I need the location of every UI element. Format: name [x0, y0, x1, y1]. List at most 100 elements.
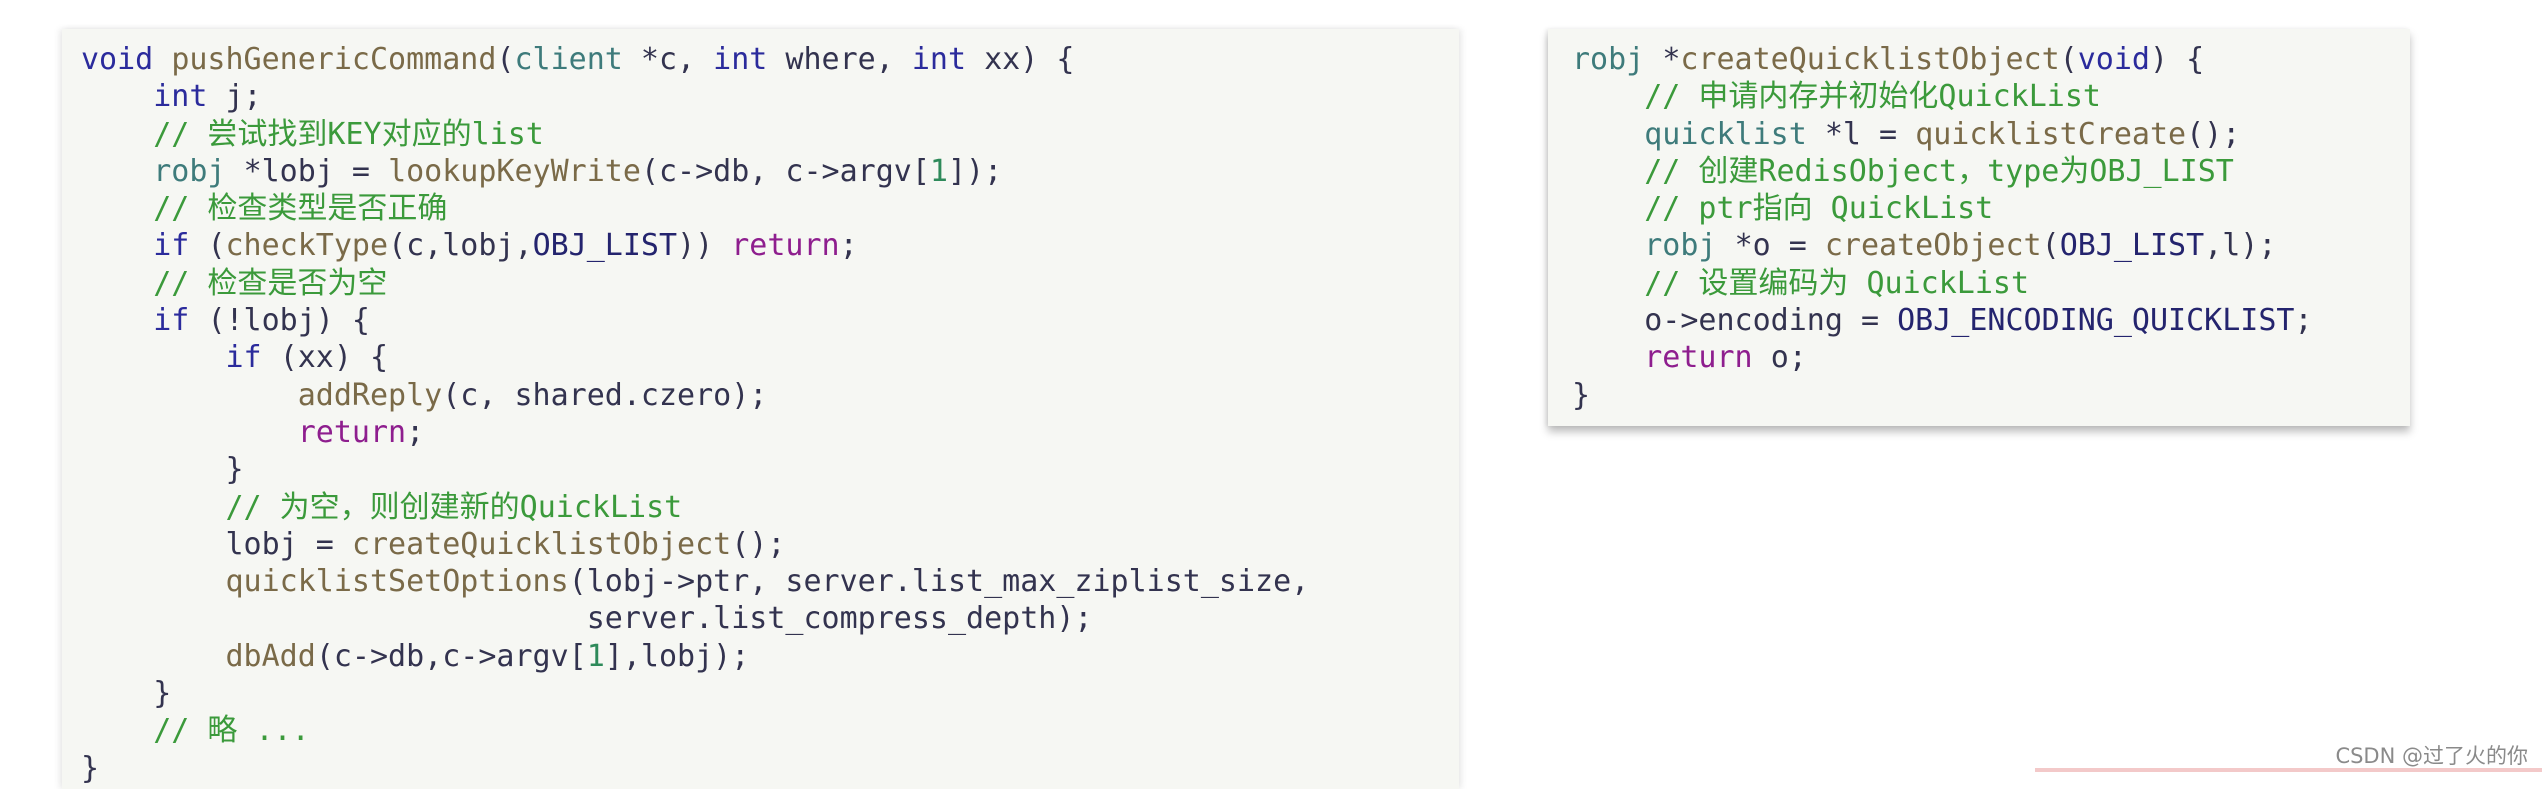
code-token: ]);: [947, 153, 1003, 189]
code-token: return: [297, 414, 407, 450]
watermark: CSDN @过了火的你: [2335, 744, 2528, 768]
code-token: ();: [731, 526, 786, 562]
code-token: lookupKeyWrite: [388, 153, 641, 189]
code-token: void: [81, 42, 172, 77]
code-token: // 申请内存并初始化QuickList: [1572, 79, 2101, 115]
code-line: void pushGenericCommand(client *c, int w…: [81, 41, 1459, 78]
code-token: *o =: [1734, 228, 1825, 264]
code-token: ) {: [2149, 42, 2205, 77]
code-token: }: [1572, 377, 1591, 413]
code-token: createQuicklistObject: [1680, 42, 2060, 77]
code-token: (: [2041, 228, 2060, 264]
code-token: xx) {: [984, 42, 1075, 77]
code-token: robj: [1644, 228, 1735, 264]
code-line: }: [1572, 377, 2410, 414]
code-line: server.list_compress_depth);: [81, 600, 1459, 637]
code-token: *l =: [1824, 116, 1916, 152]
code-token: server.list_compress_depth);: [81, 601, 1093, 637]
code-token: OBJ_LIST: [2059, 228, 2205, 264]
code-token: where,: [785, 42, 912, 77]
code-panel-push-generic-command: void pushGenericCommand(client *c, int w…: [62, 29, 1459, 789]
code-token: if: [153, 228, 208, 264]
code-token: lobj =: [81, 526, 352, 562]
code-line: lobj = createQuicklistObject();: [81, 526, 1459, 563]
code-line: // 略 ...: [81, 712, 1459, 749]
code-token: (c, shared.czero);: [442, 377, 768, 413]
code-line: // 为空，则创建新的QuickList: [81, 489, 1459, 526]
code-line: quicklist *l = quicklistCreate();: [1572, 116, 2410, 153]
code-token: }: [81, 676, 172, 712]
code-token: client: [514, 42, 641, 77]
code-token: // 检查类型是否正确: [81, 191, 448, 227]
code-token: checkType: [225, 228, 389, 264]
code-token: j;: [225, 79, 262, 115]
code-token: ();: [2186, 116, 2241, 152]
code-line: if (checkType(c,lobj,OBJ_LIST)) return;: [81, 227, 1459, 264]
code-token: (c->db,c->argv[: [315, 638, 587, 674]
code-line: // 检查类型是否正确: [81, 190, 1459, 227]
code-line: o->encoding = OBJ_ENCODING_QUICKLIST;: [1572, 302, 2410, 339]
code-token: o;: [1770, 340, 1807, 376]
code-line: if (xx) {: [81, 339, 1459, 376]
code-line: robj *o = createObject(OBJ_LIST,l);: [1572, 227, 2410, 264]
code-line: // 创建RedisObject，type为OBJ_LIST: [1572, 153, 2410, 190]
code-line: // 申请内存并初始化QuickList: [1572, 78, 2410, 115]
code-line: return;: [81, 414, 1459, 451]
code-token: // 尝试找到KEY对应的list: [81, 116, 544, 152]
code-token: }: [81, 750, 100, 786]
code-token: if: [225, 340, 280, 376]
code-token: // ptr指向 QuickList: [1572, 191, 1994, 227]
code-token: *lobj =: [243, 153, 389, 189]
code-token: createQuicklistObject: [351, 526, 732, 562]
code-token: (c->db, c->argv[: [640, 153, 930, 189]
code-token: // 为空，则创建新的QuickList: [81, 489, 683, 525]
code-token: (xx) {: [279, 340, 389, 376]
code-token: // 检查是否为空: [81, 265, 388, 301]
code-line: addReply(c, shared.czero);: [81, 377, 1459, 414]
code-line: // 设置编码为 QuickList: [1572, 265, 2410, 302]
code-token: quicklist: [1644, 116, 1825, 152]
code-token: ;: [2294, 303, 2313, 339]
code-line: // 检查是否为空: [81, 265, 1459, 302]
code-token: o->encoding =: [1572, 303, 1898, 339]
code-token: ,l);: [2204, 228, 2277, 264]
code-token: int: [911, 42, 985, 77]
code-token: )): [677, 228, 732, 264]
code-token: (lobj->ptr, server.list_max_ziplist_size…: [568, 564, 1310, 600]
code-token: 1: [929, 153, 948, 189]
code-line: }: [81, 750, 1459, 787]
code-line: // 尝试找到KEY对应的list: [81, 116, 1459, 153]
code-line: quicklistSetOptions(lobj->ptr, server.li…: [81, 563, 1459, 600]
code-token: *c,: [640, 42, 714, 77]
code-token: ],lobj);: [604, 638, 750, 674]
code-line: return o;: [1572, 339, 2410, 376]
code-token: (!lobj) {: [207, 303, 370, 339]
code-token: (: [207, 228, 226, 264]
code-token: return: [1644, 340, 1771, 376]
code-token: dbAdd: [225, 638, 316, 674]
code-token: quicklistSetOptions: [225, 564, 569, 600]
code-line: }: [81, 451, 1459, 488]
code-token: (c,lobj,: [388, 228, 533, 264]
code-token: if: [153, 303, 208, 339]
code-token: int: [153, 79, 226, 115]
code-token: ;: [839, 228, 858, 264]
code-token: // 设置编码为 QuickList: [1572, 265, 2030, 301]
code-token: (: [2059, 42, 2078, 77]
code-token: robj: [1572, 42, 1663, 77]
code-token: return: [731, 228, 840, 264]
code-token: 1: [586, 638, 605, 674]
code-token: OBJ_ENCODING_QUICKLIST: [1897, 303, 2295, 339]
code-token: createObject: [1824, 228, 2042, 264]
code-token: quicklistCreate: [1915, 116, 2187, 152]
